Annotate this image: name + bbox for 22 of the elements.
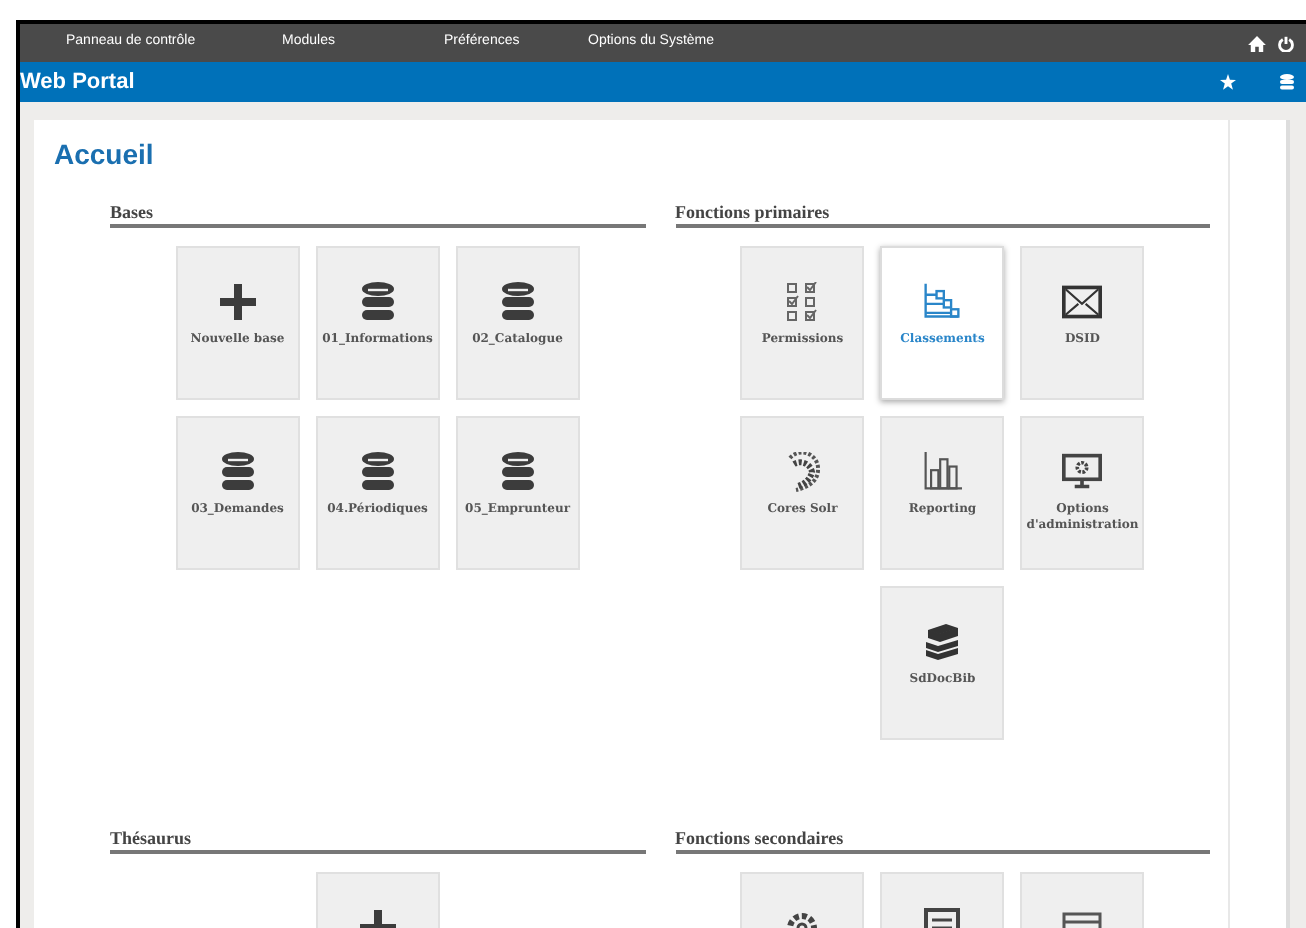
page-title: Accueil [52, 140, 156, 168]
section-heading: Fonctions primaires [675, 204, 1210, 228]
database-icon [357, 452, 398, 492]
database-icon [497, 282, 538, 322]
star-icon[interactable] [1220, 74, 1236, 90]
hierarchy-icon [922, 282, 963, 322]
section-heading: Thésaurus [110, 830, 645, 854]
plus-icon [217, 282, 258, 322]
monitor-gear-icon [1062, 452, 1103, 492]
home-icon[interactable] [1248, 35, 1266, 51]
database-icon [217, 452, 258, 492]
checklist-icon [782, 282, 823, 322]
envelope-icon [1062, 282, 1103, 322]
database-icon[interactable] [1280, 74, 1294, 90]
database-icon [357, 282, 398, 322]
books-icon [922, 622, 963, 662]
section-heading: Fonctions secondaires [675, 830, 1210, 854]
bar-chart-icon [922, 452, 963, 492]
power-icon[interactable] [1278, 35, 1294, 51]
portal-title: Web Portal [20, 71, 135, 93]
database-icon [497, 452, 538, 492]
section-heading: Bases [110, 204, 645, 228]
